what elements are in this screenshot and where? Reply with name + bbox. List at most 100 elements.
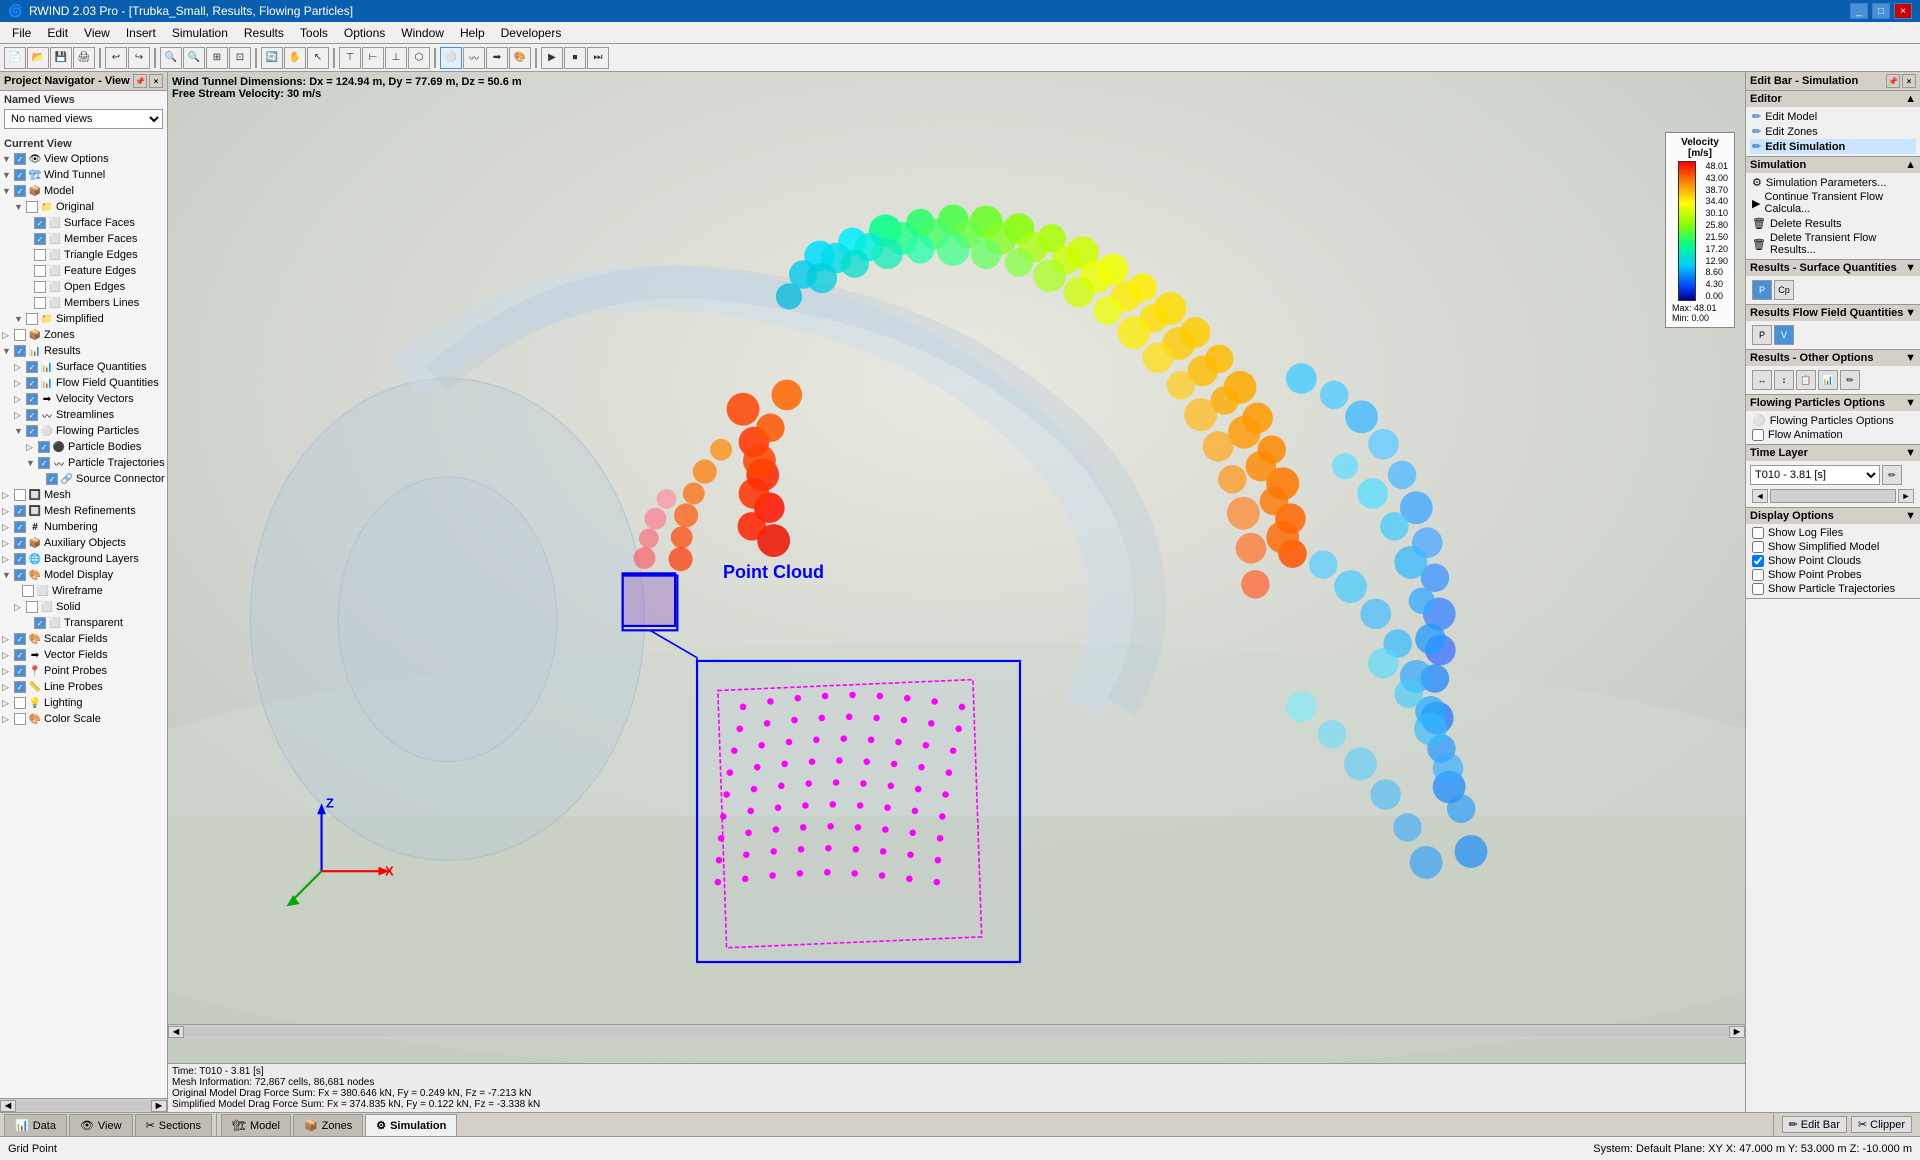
tree-check[interactable] bbox=[22, 585, 34, 597]
tb-simulation-run[interactable]: ▶ bbox=[541, 47, 563, 69]
vp-scroll-left[interactable]: ◄ bbox=[168, 1026, 184, 1038]
tree-item-zones[interactable]: ▷ 📦 Zones bbox=[0, 327, 167, 343]
tab-view[interactable]: 👁 View bbox=[69, 1114, 133, 1136]
tree-check[interactable] bbox=[34, 249, 46, 261]
named-views-select[interactable]: No named views bbox=[4, 109, 163, 129]
tab-data[interactable]: 📊 Data bbox=[4, 1114, 67, 1136]
tree-item-vector-fields[interactable]: ▷ ✓ ➡ Vector Fields bbox=[0, 647, 167, 663]
tree-item-streamlines[interactable]: ▷ ✓ 〰 Streamlines bbox=[0, 407, 167, 423]
maximize-button[interactable]: □ bbox=[1872, 3, 1890, 19]
menu-developers[interactable]: Developers bbox=[493, 24, 570, 42]
menu-options[interactable]: Options bbox=[336, 24, 393, 42]
tb-zoom-in[interactable]: 🔍 bbox=[160, 47, 182, 69]
display-options-header[interactable]: Display Options ▼ bbox=[1746, 508, 1920, 524]
tree-item-transparent[interactable]: ✓ ⬜ Transparent bbox=[0, 615, 167, 631]
tree-item-open-edges[interactable]: ⬜ Open Edges bbox=[0, 279, 167, 295]
ff-velocity-btn[interactable]: V bbox=[1774, 325, 1794, 345]
tree-check[interactable]: ✓ bbox=[38, 457, 50, 469]
tb-zoom-out[interactable]: 🔍 bbox=[183, 47, 205, 69]
editor-section-header[interactable]: Editor ▲ bbox=[1746, 91, 1920, 107]
tree-item-source-connector[interactable]: ✓ 🔗 Source Connector bbox=[0, 471, 167, 487]
tree-check[interactable]: ✓ bbox=[14, 665, 26, 677]
tree-item-flowing-particles[interactable]: ▼ ✓ ⚪ Flowing Particles bbox=[0, 423, 167, 439]
tree-item-feature-edges[interactable]: ⬜ Feature Edges bbox=[0, 263, 167, 279]
other-btn-4[interactable]: 📊 bbox=[1818, 370, 1838, 390]
sq-cp-btn[interactable]: Cp bbox=[1774, 280, 1794, 300]
tree-check[interactable]: ✓ bbox=[14, 505, 26, 517]
tree-item-surface-faces[interactable]: ✓ ⬜ Surface Faces bbox=[0, 215, 167, 231]
tree-check[interactable] bbox=[34, 265, 46, 277]
tree-check[interactable]: ✓ bbox=[14, 153, 26, 165]
show-point-probes-check[interactable] bbox=[1752, 569, 1764, 581]
tree-item-model-display[interactable]: ▼ ✓ 🎨 Model Display bbox=[0, 567, 167, 583]
tree-item-original[interactable]: ▼ 📁 Original bbox=[0, 199, 167, 215]
tb-vectors[interactable]: ➡ bbox=[486, 47, 508, 69]
other-btn-1[interactable]: ↔ bbox=[1752, 370, 1772, 390]
minimize-button[interactable]: _ bbox=[1850, 3, 1868, 19]
tree-item-model[interactable]: ▼ ✓ 📦 Model bbox=[0, 183, 167, 199]
edit-bar-pin-btn[interactable]: 📌 bbox=[1886, 74, 1900, 88]
tree-item-color-scale[interactable]: ▷ 🎨 Color Scale bbox=[0, 711, 167, 727]
edit-bar-bottom-btn[interactable]: ✏ Edit Bar bbox=[1782, 1116, 1847, 1133]
tb-zoom-fit[interactable]: ⊡ bbox=[229, 47, 251, 69]
time-scroll-track[interactable] bbox=[1770, 489, 1896, 503]
menu-results[interactable]: Results bbox=[236, 24, 292, 42]
edit-zones-btn[interactable]: ✏ Edit Zones bbox=[1750, 124, 1916, 139]
menu-simulation[interactable]: Simulation bbox=[164, 24, 236, 42]
simulation-section-header[interactable]: Simulation ▲ bbox=[1746, 157, 1920, 173]
tree-scrollbar-h[interactable]: ◄ ► bbox=[0, 1098, 167, 1112]
results-other-header[interactable]: Results - Other Options ▼ bbox=[1746, 350, 1920, 366]
tab-model[interactable]: 🏗 Model bbox=[221, 1114, 291, 1136]
tb-view-front[interactable]: ⊢ bbox=[362, 47, 384, 69]
delete-results-btn[interactable]: 🗑 Delete Results bbox=[1750, 216, 1916, 231]
vp-scroll-right[interactable]: ► bbox=[1729, 1026, 1745, 1038]
tree-item-mesh[interactable]: ▷ 🔲 Mesh bbox=[0, 487, 167, 503]
tree-check[interactable]: ✓ bbox=[14, 537, 26, 549]
other-btn-5[interactable]: ✏ bbox=[1840, 370, 1860, 390]
time-layer-edit-btn[interactable]: ✏ bbox=[1882, 465, 1902, 485]
tree-item-member-faces[interactable]: ✓ ⬜ Member Faces bbox=[0, 231, 167, 247]
menu-window[interactable]: Window bbox=[393, 24, 452, 42]
tree-item-results[interactable]: ▼ ✓ 📊 Results bbox=[0, 343, 167, 359]
tree-item-point-probes[interactable]: ▷ ✓ 📍 Point Probes bbox=[0, 663, 167, 679]
other-btn-2[interactable]: ↕ bbox=[1774, 370, 1794, 390]
tree-item-velocity-vectors[interactable]: ▷ ✓ ➡ Velocity Vectors bbox=[0, 391, 167, 407]
tree-check[interactable] bbox=[14, 489, 26, 501]
fp-options-btn[interactable]: ⚪ Flowing Particles Options bbox=[1750, 413, 1916, 428]
tree-check[interactable]: ✓ bbox=[14, 569, 26, 581]
tree-check[interactable] bbox=[14, 713, 26, 725]
scroll-right-btn[interactable]: ► bbox=[151, 1100, 167, 1112]
tree-check[interactable]: ✓ bbox=[34, 233, 46, 245]
show-simplified-check[interactable] bbox=[1752, 541, 1764, 553]
menu-file[interactable]: File bbox=[4, 24, 39, 42]
tree-check[interactable]: ✓ bbox=[14, 169, 26, 181]
tb-view-3d[interactable]: ⬡ bbox=[408, 47, 430, 69]
tree-item-surface-quantities[interactable]: ▷ ✓ 📊 Surface Quantities bbox=[0, 359, 167, 375]
other-btn-3[interactable]: 📋 bbox=[1796, 370, 1816, 390]
sim-params-btn[interactable]: ⚙ Simulation Parameters... bbox=[1750, 175, 1916, 190]
tree-check[interactable]: ✓ bbox=[14, 681, 26, 693]
tree-item-flow-field[interactable]: ▷ ✓ 📊 Flow Field Quantities bbox=[0, 375, 167, 391]
tree-check[interactable]: ✓ bbox=[26, 393, 38, 405]
tree-check[interactable]: ✓ bbox=[14, 633, 26, 645]
tab-zones[interactable]: 📦 Zones bbox=[293, 1114, 363, 1136]
tree-item-wind-tunnel[interactable]: ▼ ✓ 🏗 Wind Tunnel bbox=[0, 167, 167, 183]
ff-pressure-btn[interactable]: P bbox=[1752, 325, 1772, 345]
viewport-scrollbar-h[interactable]: ◄ ► bbox=[168, 1024, 1745, 1038]
tree-item-particle-traj[interactable]: ▼ ✓ 〰 Particle Trajectories bbox=[0, 455, 167, 471]
show-point-clouds-check[interactable] bbox=[1752, 555, 1764, 567]
tree-check[interactable]: ✓ bbox=[46, 473, 58, 485]
tb-undo[interactable]: ↩ bbox=[105, 47, 127, 69]
show-particle-traj-check[interactable] bbox=[1752, 583, 1764, 595]
edit-bar-close-btn[interactable]: × bbox=[1902, 74, 1916, 88]
tree-check[interactable] bbox=[34, 281, 46, 293]
clipper-btn[interactable]: ✂ Clipper bbox=[1851, 1116, 1912, 1133]
tb-view-side[interactable]: ⊥ bbox=[385, 47, 407, 69]
tree-check[interactable]: ✓ bbox=[34, 617, 46, 629]
edit-model-btn[interactable]: ✏ Edit Model bbox=[1750, 109, 1916, 124]
tb-pan[interactable]: ✋ bbox=[284, 47, 306, 69]
edit-simulation-btn[interactable]: ✏ Edit Simulation bbox=[1750, 139, 1916, 154]
results-flow-header[interactable]: Results Flow Field Quantities ▼ bbox=[1746, 305, 1920, 321]
tree-item-auxiliary[interactable]: ▷ ✓ 📦 Auxiliary Objects bbox=[0, 535, 167, 551]
tree-check[interactable]: ✓ bbox=[14, 185, 26, 197]
